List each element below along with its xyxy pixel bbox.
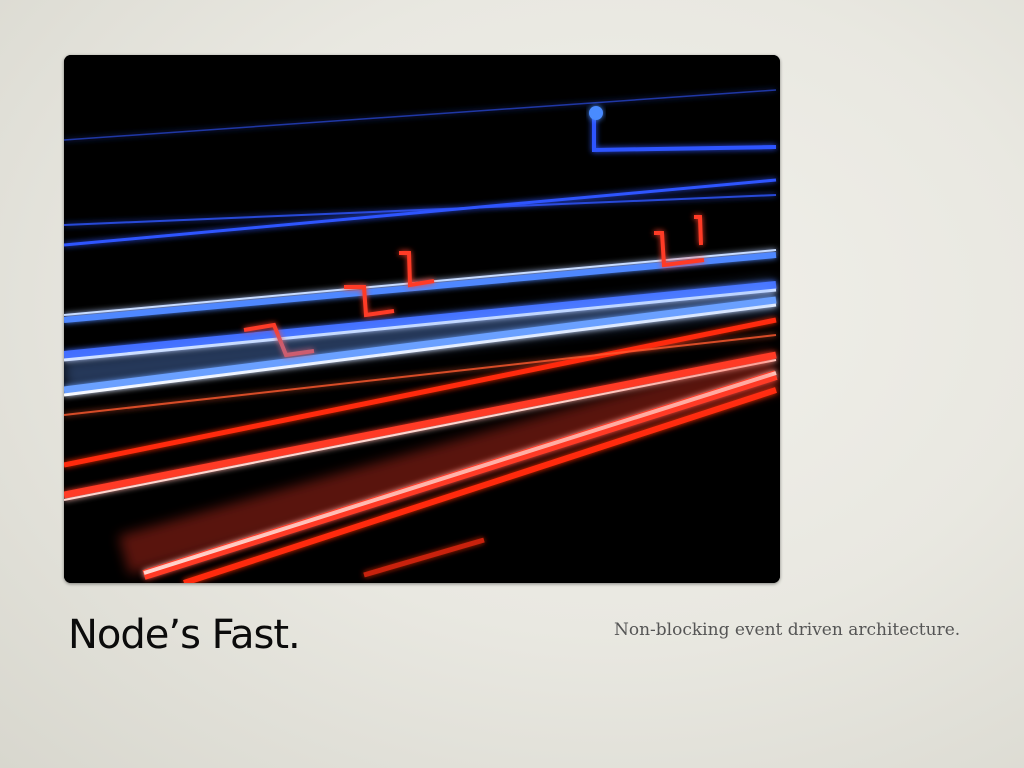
slide-title: Node’s Fast. [68,612,301,658]
light-trails-image-icon [64,55,780,583]
slide-subtitle: Non-blocking event driven architecture. [614,620,961,640]
light-trails-photo [64,55,780,583]
slide: Node’s Fast. Non-blocking event driven a… [0,0,1024,768]
